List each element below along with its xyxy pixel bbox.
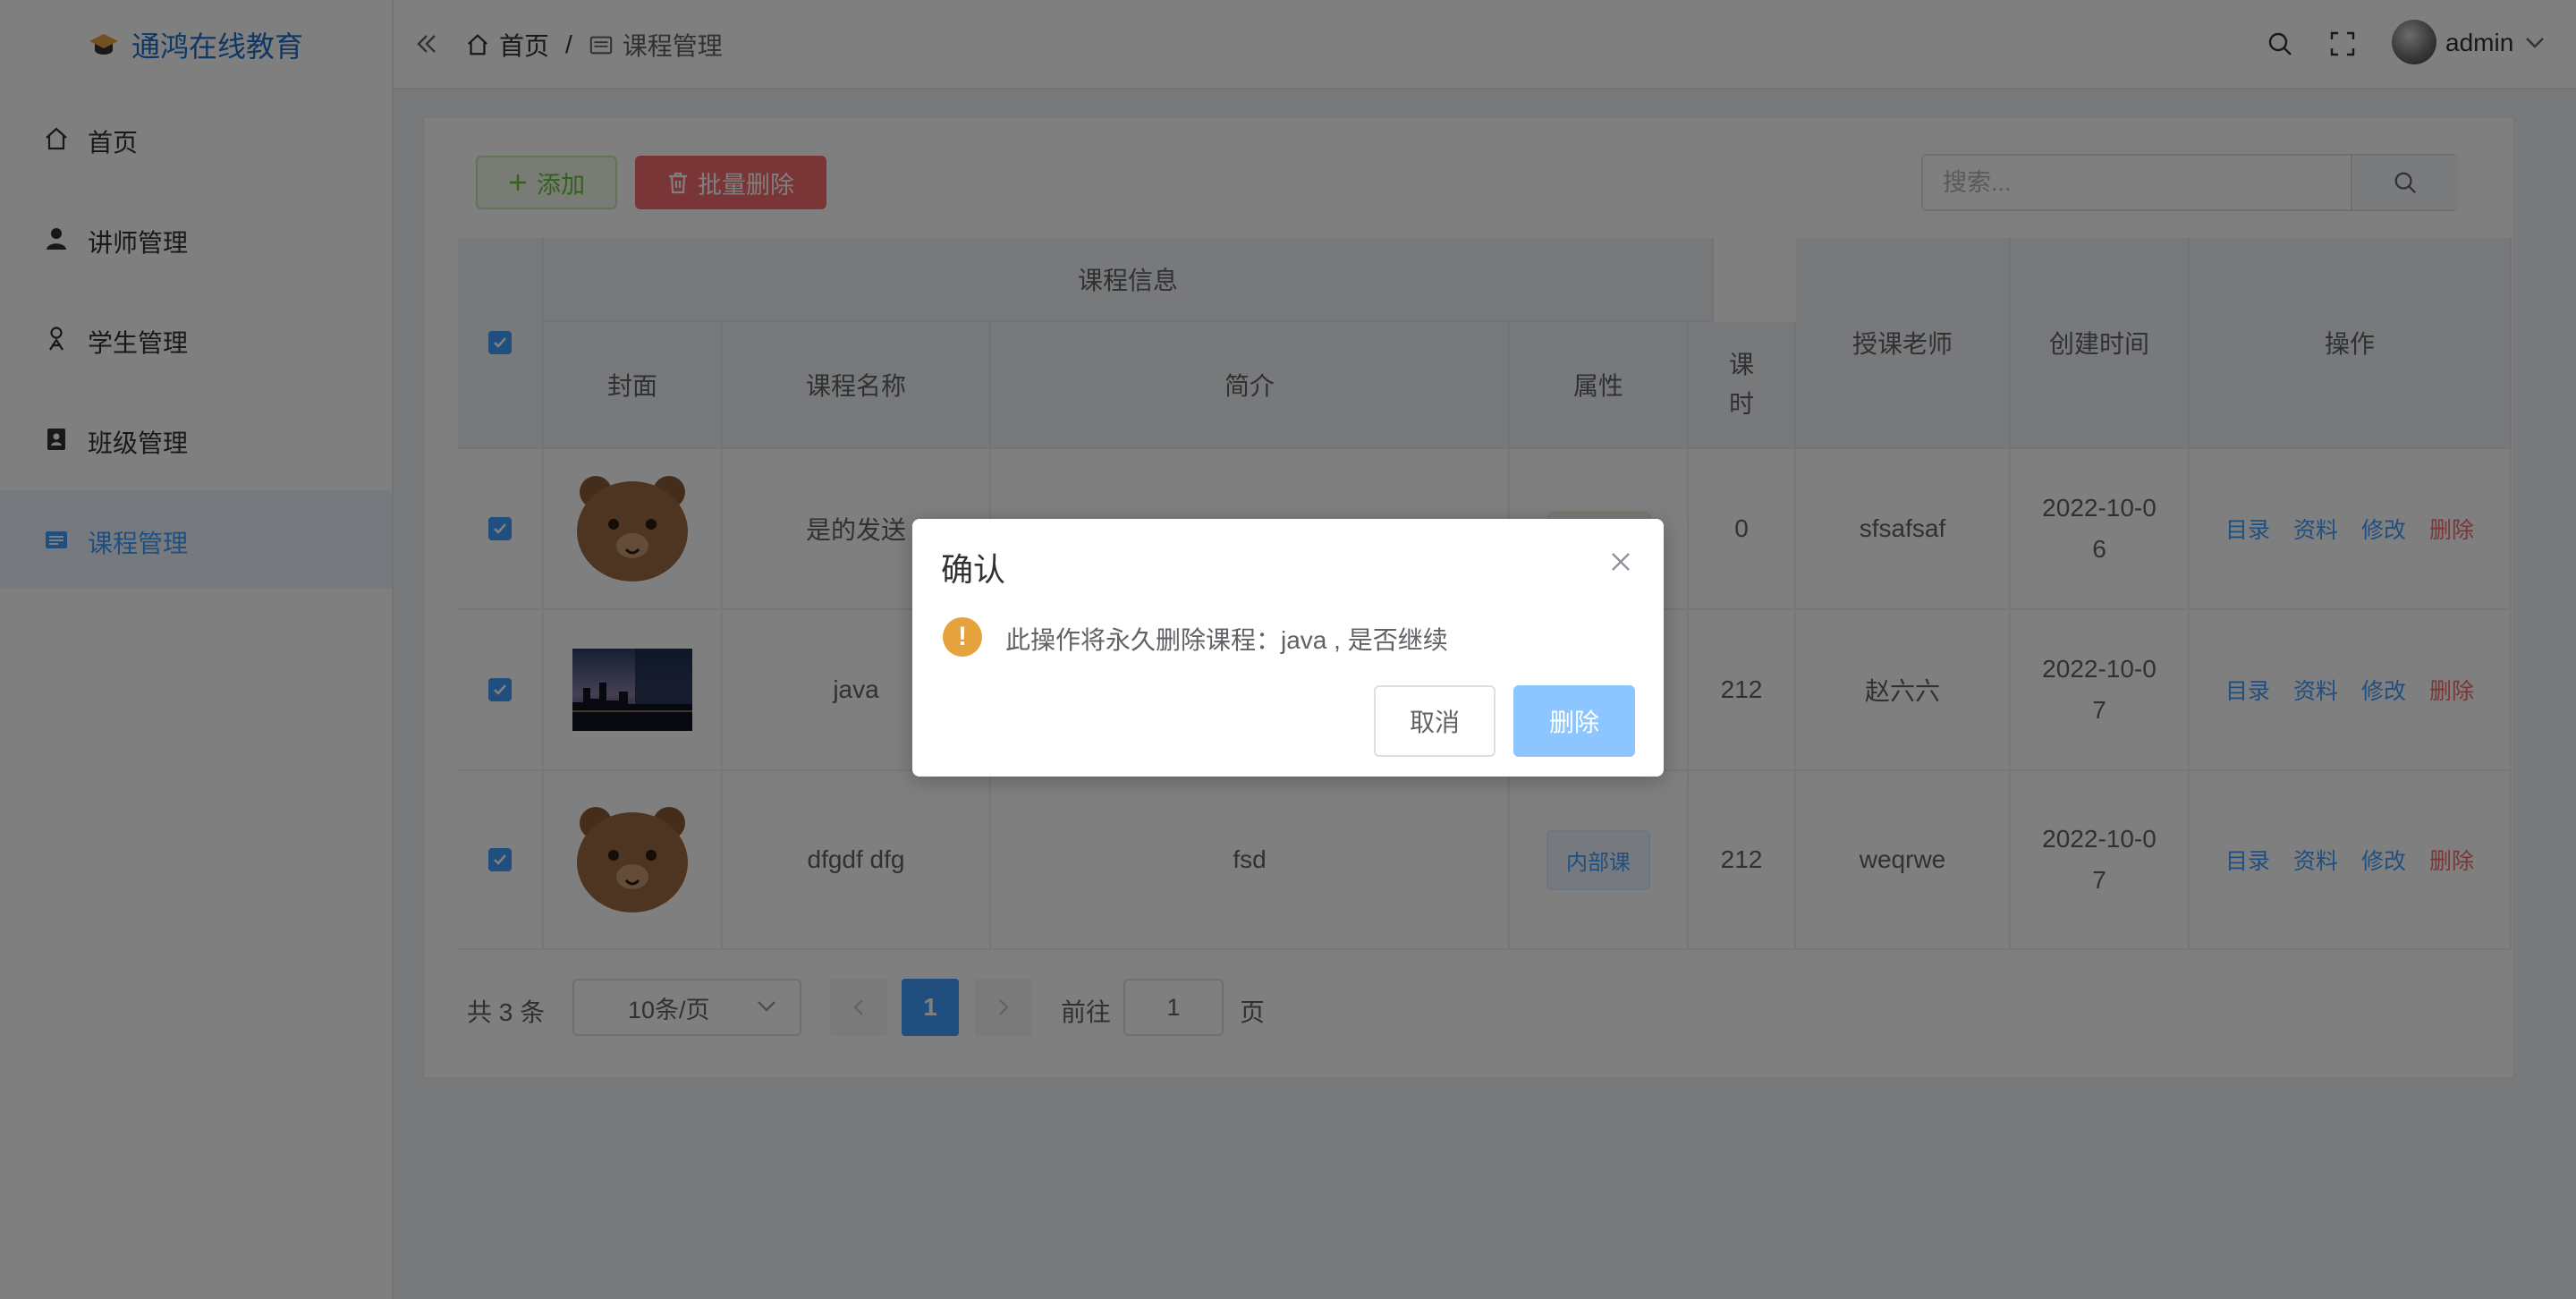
dialog-title: 确认: [941, 551, 1006, 588]
confirm-delete-button[interactable]: 删除: [1513, 685, 1635, 757]
confirm-dialog: 确认 ! 此操作将永久删除课程：java , 是否继续 取消 删除: [912, 519, 1664, 777]
dialog-message: 此操作将永久删除课程：java , 是否继续: [1005, 626, 1448, 654]
warning-icon: !: [943, 617, 982, 657]
cancel-button[interactable]: 取消: [1374, 685, 1496, 757]
close-icon[interactable]: [1608, 549, 1633, 574]
